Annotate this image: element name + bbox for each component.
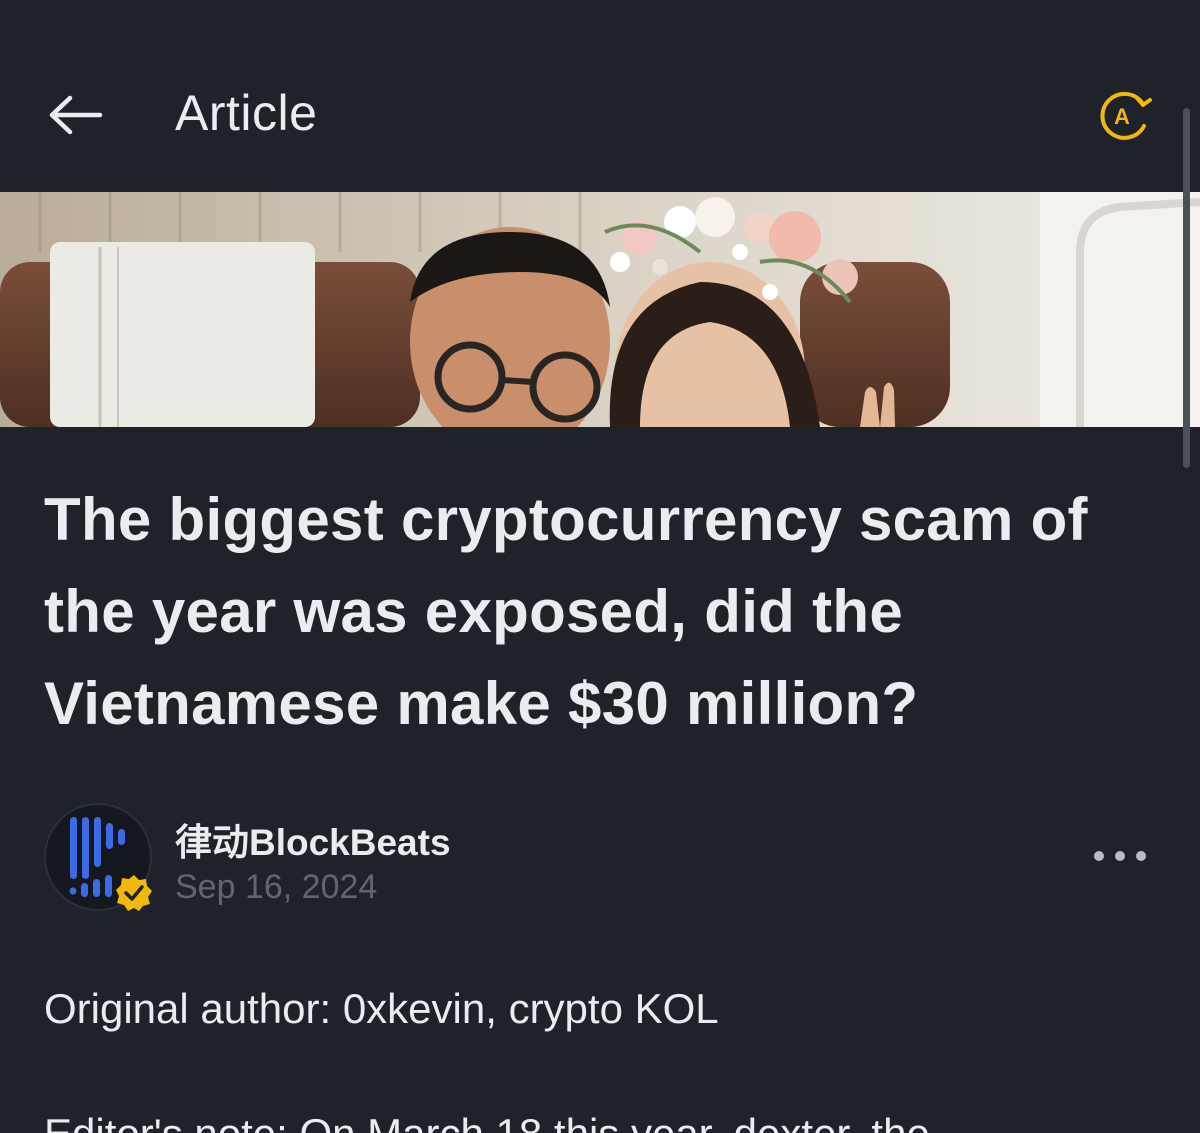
avatar[interactable] xyxy=(44,803,152,911)
article-paragraph: Editor's note: On March 18 this year, de… xyxy=(44,1110,930,1133)
dot xyxy=(1115,851,1125,861)
translate-icon: A xyxy=(1100,91,1152,140)
page-title: Article xyxy=(175,85,318,141)
more-options-button[interactable] xyxy=(1090,836,1150,876)
hero-image xyxy=(0,192,1200,427)
dot xyxy=(1094,851,1104,861)
back-button[interactable] xyxy=(46,88,106,142)
publish-date: Sep 16, 2024 xyxy=(175,868,378,906)
translate-button[interactable]: A xyxy=(1095,90,1153,142)
scrollbar[interactable] xyxy=(1183,108,1190,468)
article-headline: The biggest cryptocurrency scam of the y… xyxy=(44,486,1088,737)
translate-glyph: A xyxy=(1114,104,1130,129)
author-name[interactable]: 律动BlockBeats xyxy=(175,812,451,866)
article-page: Article A The biggest cryptocurrency sca… xyxy=(0,0,1200,1133)
article-paragraph: Original author: 0xkevin, crypto KOL xyxy=(44,985,719,1032)
header: Article A xyxy=(0,0,1200,192)
hero-photo xyxy=(0,192,1200,427)
verified-badge-icon xyxy=(116,875,152,911)
dot xyxy=(1136,851,1146,861)
arrow-left-icon xyxy=(49,95,103,135)
